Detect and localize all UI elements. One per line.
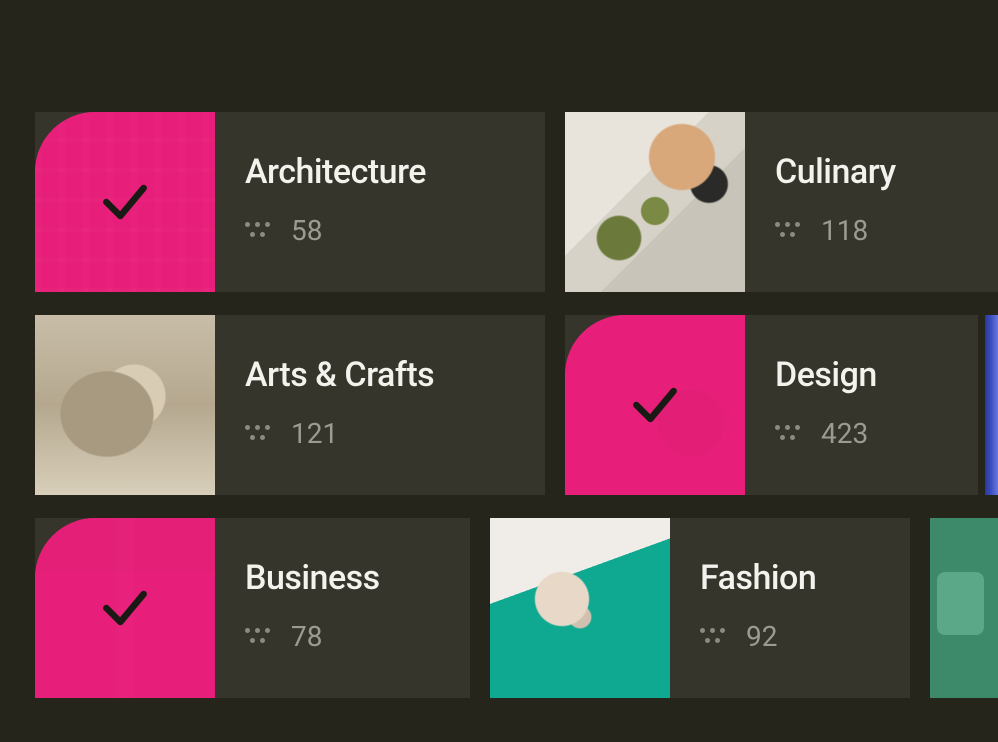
category-info: Arts & Crafts 121 [215,315,464,495]
check-icon [627,377,683,433]
category-title: Design [775,355,877,395]
check-icon [97,174,153,230]
category-card-business[interactable]: Business 78 [35,518,470,698]
category-thumb [565,112,745,292]
category-count: 423 [821,417,868,450]
category-thumb [490,518,670,698]
category-card-fashion[interactable]: Fashion 92 [490,518,910,698]
category-info: Culinary 118 [745,112,926,292]
category-thumb [565,315,745,495]
category-thumb [930,518,998,698]
dots-icon [775,222,801,240]
category-title: Business [245,558,380,598]
category-card-culinary[interactable]: Culinary 118 [565,112,998,292]
category-count: 58 [291,214,322,247]
category-title: Culinary [775,152,896,192]
dots-icon [700,628,726,646]
category-title: Fashion [700,558,816,598]
category-count-row: 121 [245,417,434,450]
category-info: Design 423 [745,315,907,495]
category-count-row: 92 [700,620,816,653]
category-card-architecture[interactable]: Architecture 58 [35,112,545,292]
category-thumb [35,112,215,292]
category-info: Architecture 58 [215,112,456,292]
category-card-arts-crafts[interactable]: Arts & Crafts 121 [35,315,545,495]
category-title: Architecture [245,152,426,192]
category-card-partial[interactable] [985,315,998,495]
dots-icon [245,425,271,443]
category-card-partial[interactable] [930,518,998,698]
category-info: Fashion 92 [670,518,846,698]
category-info: Business 78 [215,518,410,698]
dots-icon [245,222,271,240]
category-count-row: 78 [245,620,380,653]
check-icon [97,580,153,636]
category-thumb [35,518,215,698]
category-count: 92 [746,620,777,653]
category-count-row: 58 [245,214,426,247]
category-count: 118 [821,214,868,247]
category-title: Arts & Crafts [245,355,434,395]
dots-icon [245,628,271,646]
category-thumb [985,315,998,495]
category-thumb [35,315,215,495]
category-card-design[interactable]: Design 423 [565,315,978,495]
category-count: 121 [291,417,338,450]
category-count-row: 118 [775,214,896,247]
category-count-row: 423 [775,417,877,450]
dots-icon [775,425,801,443]
category-count: 78 [291,620,322,653]
